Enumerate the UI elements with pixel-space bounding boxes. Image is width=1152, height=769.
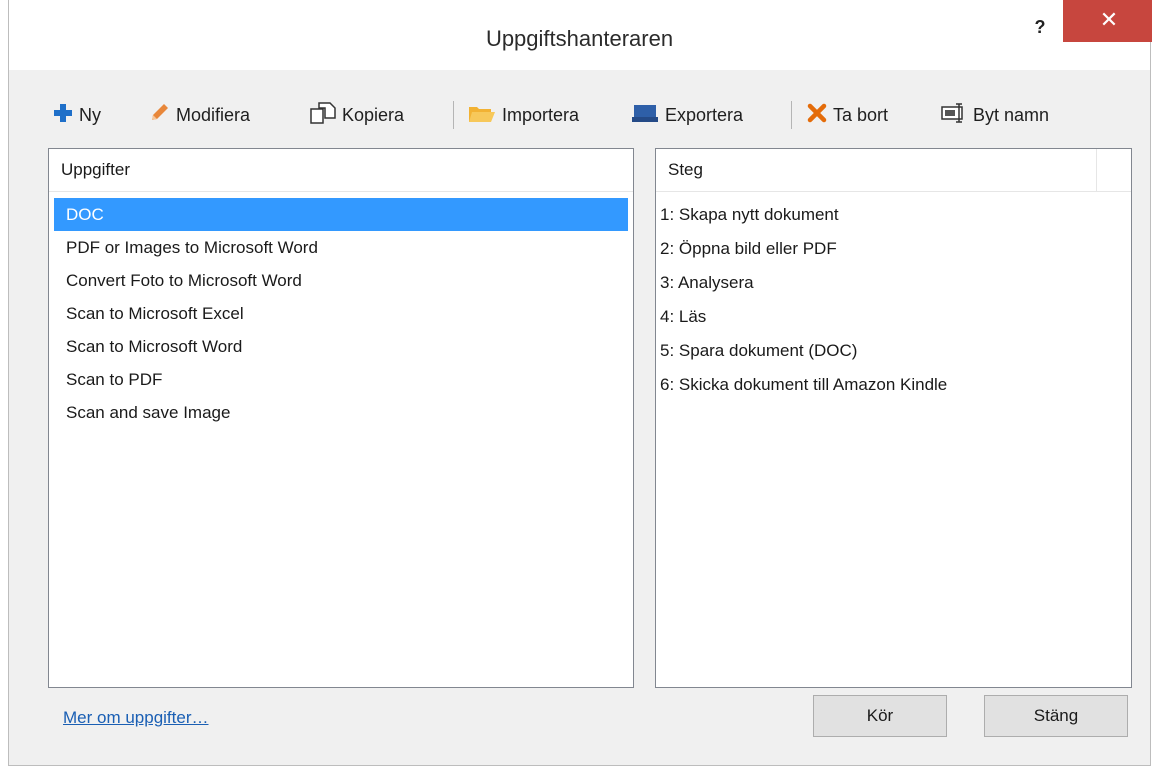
import-button[interactable]: Importera bbox=[468, 100, 579, 130]
task-item[interactable]: Scan to PDF bbox=[54, 363, 628, 396]
steps-list: 1: Skapa nytt dokument 2: Öppna bild ell… bbox=[656, 192, 1131, 402]
copy-button[interactable]: Kopiera bbox=[310, 100, 404, 130]
rename-label: Byt namn bbox=[973, 104, 1050, 125]
toolbar: Ny Modifiera Kopiera Importera Exportera… bbox=[21, 100, 1145, 130]
import-label: Importera bbox=[502, 104, 580, 125]
task-item[interactable]: Scan to Microsoft Excel bbox=[54, 297, 628, 330]
close-window-button[interactable]: ✕ bbox=[1063, 0, 1152, 42]
step-item[interactable]: 6: Skicka dokument till Amazon Kindle bbox=[656, 368, 1131, 402]
steps-header-row: Steg bbox=[656, 149, 1131, 192]
toolbar-separator bbox=[453, 101, 454, 129]
step-item[interactable]: 1: Skapa nytt dokument bbox=[656, 198, 1131, 232]
plus-icon bbox=[53, 103, 73, 128]
task-item[interactable]: Convert Foto to Microsoft Word bbox=[54, 264, 628, 297]
toolbar-separator bbox=[791, 101, 792, 129]
new-button[interactable]: Ny bbox=[53, 100, 101, 130]
help-button[interactable]: ? bbox=[1025, 12, 1055, 42]
folder-icon bbox=[468, 102, 496, 129]
export-button[interactable]: Exportera bbox=[631, 100, 743, 130]
steps-column-header[interactable]: Steg bbox=[656, 149, 1097, 191]
task-item[interactable]: Scan to Microsoft Word bbox=[54, 330, 628, 363]
export-label: Exportera bbox=[665, 104, 744, 125]
modify-label: Modifiera bbox=[176, 104, 251, 125]
pencil-icon bbox=[148, 102, 170, 129]
export-icon bbox=[631, 102, 659, 129]
step-item[interactable]: 2: Öppna bild eller PDF bbox=[656, 232, 1131, 266]
steps-header-spacer bbox=[1097, 149, 1131, 191]
task-item[interactable]: PDF or Images to Microsoft Word bbox=[54, 231, 628, 264]
delete-x-icon bbox=[807, 103, 827, 128]
tasks-list: DOC PDF or Images to Microsoft Word Conv… bbox=[49, 192, 633, 429]
task-item[interactable]: DOC bbox=[54, 198, 628, 231]
delete-label: Ta bort bbox=[833, 104, 889, 125]
close-button[interactable]: Stäng bbox=[984, 695, 1128, 737]
steps-panel: Steg 1: Skapa nytt dokument 2: Öppna bil… bbox=[655, 148, 1132, 688]
task-item[interactable]: Scan and save Image bbox=[54, 396, 628, 429]
more-about-tasks-link[interactable]: Mer om uppgifter… bbox=[63, 708, 209, 728]
delete-button[interactable]: Ta bort bbox=[807, 100, 888, 130]
tasks-column-header[interactable]: Uppgifter bbox=[49, 149, 633, 192]
task-manager-dialog: Uppgiftshanteraren ? ✕ Ny Modifiera Kopi… bbox=[8, 0, 1152, 766]
modify-button[interactable]: Modifiera bbox=[148, 100, 250, 130]
title-bar: Uppgiftshanteraren ? ✕ bbox=[9, 0, 1152, 70]
dialog-body: Ny Modifiera Kopiera Importera Exportera… bbox=[21, 70, 1145, 756]
step-item[interactable]: 4: Läs bbox=[656, 300, 1131, 334]
run-button[interactable]: Kör bbox=[813, 695, 947, 737]
copy-label: Kopiera bbox=[342, 104, 405, 125]
copy-icon bbox=[310, 101, 336, 129]
step-item[interactable]: 5: Spara dokument (DOC) bbox=[656, 334, 1131, 368]
rename-button[interactable]: Byt namn bbox=[941, 100, 1049, 130]
step-item[interactable]: 3: Analysera bbox=[656, 266, 1131, 300]
new-label: Ny bbox=[79, 104, 101, 125]
rename-icon bbox=[941, 102, 967, 129]
tasks-panel: Uppgifter DOC PDF or Images to Microsoft… bbox=[48, 148, 634, 688]
window-title: Uppgiftshanteraren bbox=[485, 26, 674, 51]
